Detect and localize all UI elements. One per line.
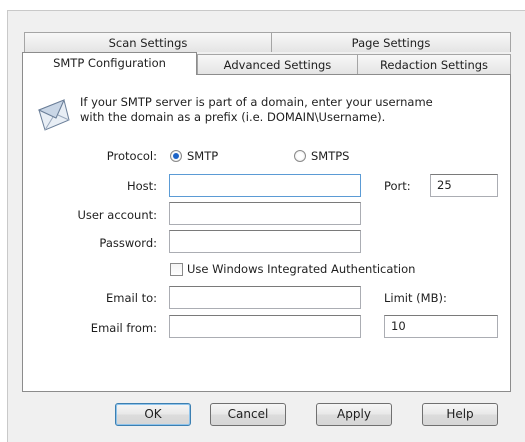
cancel-button[interactable]: Cancel <box>210 403 286 426</box>
limit-input[interactable]: 10 <box>384 315 498 338</box>
tab-label: Advanced Settings <box>223 58 332 72</box>
apply-button[interactable]: Apply <box>316 403 392 426</box>
tab-page-settings[interactable]: Page Settings <box>271 32 511 52</box>
password-label: Password: <box>99 236 157 250</box>
ok-button[interactable]: OK <box>115 403 191 426</box>
smtps-radio[interactable] <box>294 150 306 162</box>
info-text: If your SMTP server is part of a domain,… <box>80 95 433 125</box>
smtp-radio[interactable] <box>170 150 182 162</box>
tab-advanced-settings[interactable]: Advanced Settings <box>197 54 358 74</box>
email-to-input[interactable] <box>169 286 361 309</box>
windows-auth-label[interactable]: Use Windows Integrated Authentication <box>187 262 415 276</box>
email-from-input[interactable] <box>169 315 361 338</box>
limit-label: Limit (MB): <box>384 291 447 305</box>
tab-scan-settings[interactable]: Scan Settings <box>24 32 272 52</box>
smtp-settings-panel: If your SMTP server is part of a domain,… <box>22 74 511 392</box>
smtp-radio-label[interactable]: SMTP <box>187 149 218 163</box>
info-line-2: with the domain as a prefix (i.e. DOMAIN… <box>80 110 386 124</box>
password-input[interactable] <box>169 230 361 253</box>
tab-label: Page Settings <box>351 36 431 50</box>
tab-smtp-configuration[interactable]: SMTP Configuration <box>22 52 197 75</box>
email-from-label: Email from: <box>90 321 157 335</box>
user-account-label: User account: <box>77 208 157 222</box>
tab-redaction-settings[interactable]: Redaction Settings <box>357 54 511 74</box>
help-button[interactable]: Help <box>422 403 498 426</box>
smtps-radio-label[interactable]: SMTPS <box>311 149 349 163</box>
tab-label: SMTP Configuration <box>53 56 166 70</box>
port-input[interactable]: 25 <box>430 174 498 197</box>
info-line-1: If your SMTP server is part of a domain,… <box>80 95 433 109</box>
email-to-label: Email to: <box>106 291 157 305</box>
tab-label: Redaction Settings <box>379 58 489 72</box>
user-account-input[interactable] <box>169 202 361 225</box>
port-label: Port: <box>384 179 411 193</box>
host-input[interactable] <box>169 174 361 197</box>
protocol-label: Protocol: <box>106 149 157 163</box>
tab-label: Scan Settings <box>108 36 188 50</box>
windows-auth-checkbox[interactable] <box>170 263 183 276</box>
email-envelope-icon <box>37 97 71 131</box>
host-label: Host: <box>126 179 157 193</box>
